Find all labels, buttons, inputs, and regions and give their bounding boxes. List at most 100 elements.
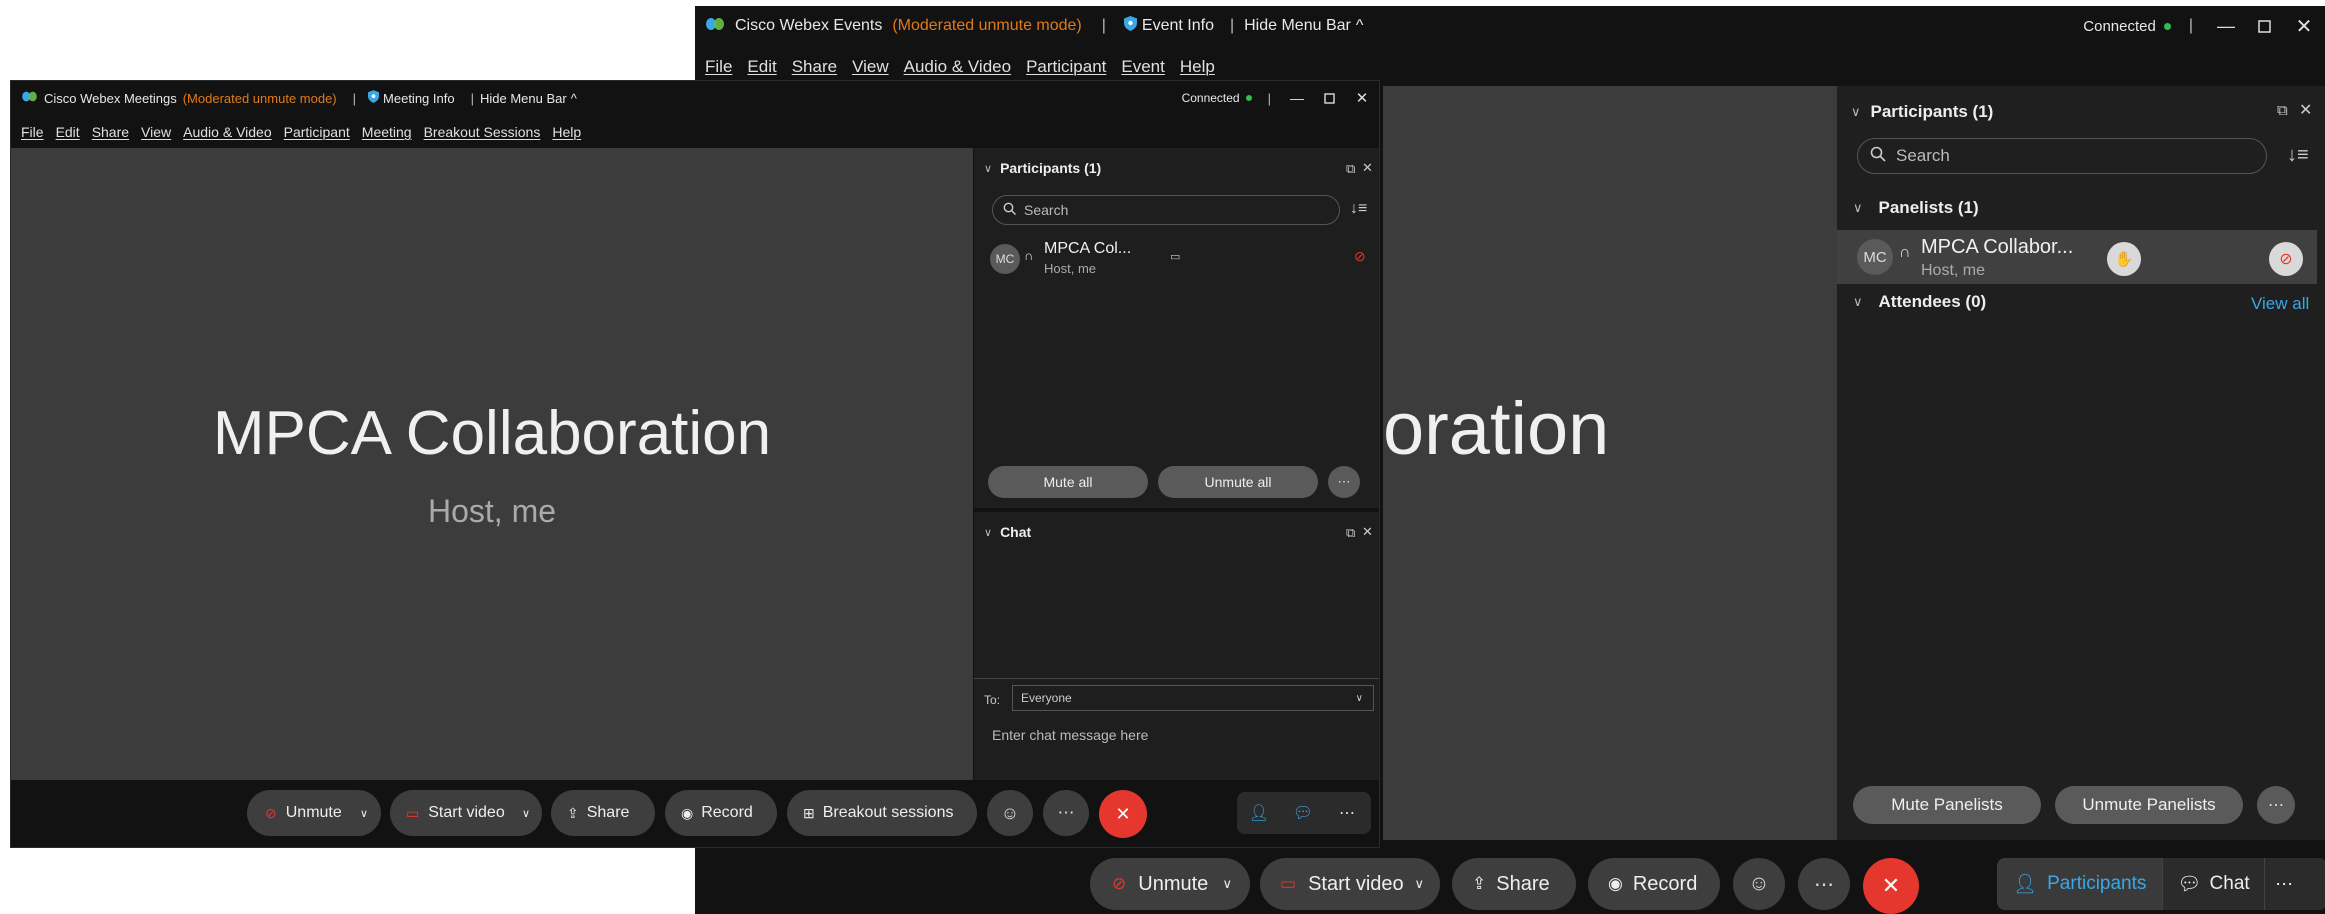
events-menu-help[interactable]: Help bbox=[1180, 57, 1215, 77]
hide-menu-bar-button[interactable]: Hide Menu Bar ^ bbox=[480, 91, 577, 106]
breakout-sessions-button[interactable]: ⊞ Breakout sessions bbox=[787, 790, 977, 836]
closed-caption-icon: ▭ bbox=[1170, 251, 1181, 263]
sort-icon[interactable]: ↓≡ bbox=[1350, 200, 1367, 218]
events-mode-label: (Moderated unmute mode) bbox=[892, 17, 1082, 34]
connection-status: Connected bbox=[1181, 91, 1240, 105]
person-icon: 👤︎ bbox=[2013, 874, 2038, 895]
meetings-menu-share[interactable]: Share bbox=[92, 124, 129, 140]
sort-icon[interactable]: ↓≡ bbox=[2287, 144, 2309, 167]
close-panel-icon[interactable]: ✕ bbox=[2299, 100, 2312, 120]
events-menu-participant[interactable]: Participant bbox=[1026, 57, 1106, 77]
start-video-button[interactable]: ▭ Start video ∨ bbox=[1260, 858, 1440, 910]
minimize-icon[interactable]: — bbox=[2207, 16, 2245, 37]
meetings-participant-search-input[interactable]: Search bbox=[992, 195, 1340, 225]
events-menu-file[interactable]: File bbox=[705, 57, 732, 77]
meetings-participants-header[interactable]: ∨ Participants (1) bbox=[984, 160, 1101, 176]
chat-recipient-select[interactable]: Everyone ∨ bbox=[1012, 685, 1374, 711]
events-menubar: File Edit Share View Audio & Video Participan… bbox=[695, 54, 2325, 80]
chevron-down-icon: ∨ bbox=[521, 807, 530, 820]
more-options-icon[interactable]: ⋯ bbox=[1798, 858, 1850, 910]
meetings-menu-file[interactable]: File bbox=[21, 124, 44, 140]
close-panel-icon[interactable]: ✕ bbox=[1362, 160, 1373, 176]
muted-mic-icon[interactable]: ⊘ bbox=[2269, 242, 2303, 276]
record-button[interactable]: ◉ Record bbox=[1588, 858, 1720, 910]
connected-dot-icon bbox=[2163, 22, 2171, 30]
events-menu-event[interactable]: Event bbox=[1121, 57, 1164, 77]
events-menu-share[interactable]: Share bbox=[792, 57, 837, 77]
participant-row[interactable]: MC ∩ MPCA Col... Host, me ▭ ⊘ bbox=[974, 236, 1379, 282]
share-button[interactable]: ⇪ Share bbox=[551, 790, 655, 836]
events-menu-view[interactable]: View bbox=[852, 57, 889, 77]
share-label: Share bbox=[1496, 872, 1550, 895]
close-icon[interactable]: ✕ bbox=[2283, 14, 2325, 39]
unmute-all-button[interactable]: Unmute all bbox=[1158, 466, 1318, 498]
meetings-menu-meeting[interactable]: Meeting bbox=[362, 124, 412, 140]
chevron-down-icon: ∨ bbox=[1355, 692, 1363, 704]
unmute-button[interactable]: ⊘ Unmute ∨ bbox=[247, 790, 381, 836]
share-icon: ⇪ bbox=[1472, 874, 1487, 893]
meetings-chat-panel: ∨ Chat ⧉ ✕ To: Everyone ∨ Enter chat mes… bbox=[973, 512, 1379, 780]
panelist-row[interactable]: MC ∩ MPCA Collabor... Host, me ✋ ⊘ bbox=[1837, 230, 2317, 284]
meetings-menu-participant[interactable]: Participant bbox=[284, 124, 350, 140]
attendees-section-header[interactable]: ∨ Attendees (0) bbox=[1853, 292, 1986, 312]
attendees-title: Attendees (0) bbox=[1878, 292, 1987, 311]
more-options-icon[interactable]: ⋯ bbox=[1325, 803, 1369, 823]
meetings-menu-help[interactable]: Help bbox=[552, 124, 581, 140]
participants-toggle-button[interactable]: 👤︎ Participants bbox=[1997, 858, 2163, 910]
reactions-icon[interactable]: ☺ bbox=[987, 790, 1033, 836]
meetings-menu-view[interactable]: View bbox=[141, 124, 171, 140]
meetings-menu-audio-video[interactable]: Audio & Video bbox=[183, 124, 271, 140]
meeting-info-button[interactable]: Meeting Info bbox=[368, 90, 455, 106]
events-menu-edit[interactable]: Edit bbox=[747, 57, 776, 77]
reactions-icon[interactable]: ☺ bbox=[1733, 858, 1785, 910]
hide-menu-bar-label: Hide Menu Bar bbox=[479, 90, 567, 106]
chat-to-label: To: bbox=[984, 693, 1001, 707]
view-all-link[interactable]: View all bbox=[2251, 294, 2309, 314]
popout-icon[interactable]: ⧉ bbox=[1346, 525, 1355, 541]
meetings-menu-edit[interactable]: Edit bbox=[56, 124, 80, 140]
leave-meeting-icon[interactable]: ✕ bbox=[1863, 858, 1919, 914]
chevron-down-icon: ∨ bbox=[984, 526, 993, 539]
more-options-icon[interactable]: ⋯ bbox=[1043, 790, 1089, 836]
meetings-menu-breakout-sessions[interactable]: Breakout Sessions bbox=[424, 124, 541, 140]
chat-toggle-button[interactable]: 💬︎ Chat bbox=[2162, 858, 2263, 910]
popout-icon[interactable]: ⧉ bbox=[1346, 161, 1355, 177]
search-placeholder: Search bbox=[1896, 146, 1950, 165]
close-icon[interactable]: ✕ bbox=[1345, 89, 1379, 107]
panelists-section-header[interactable]: ∨ Panelists (1) bbox=[1853, 198, 1979, 218]
events-participants-header[interactable]: ∨ Participants (1) bbox=[1851, 100, 1993, 124]
panel-toggle-group: 👤︎ Participants 💬︎ Chat ⋯ bbox=[1997, 858, 2325, 910]
start-video-button[interactable]: ▭ Start video ∨ bbox=[390, 790, 542, 836]
events-menu-audio-video[interactable]: Audio & Video bbox=[904, 57, 1011, 77]
share-button[interactable]: ⇪ Share bbox=[1452, 858, 1576, 910]
mute-all-button[interactable]: Mute all bbox=[988, 466, 1148, 498]
chat-header[interactable]: ∨ Chat bbox=[984, 524, 1031, 540]
chat-message-input[interactable]: Enter chat message here bbox=[992, 727, 1148, 743]
raise-hand-icon[interactable]: ✋ bbox=[2107, 242, 2141, 276]
share-label: Share bbox=[586, 804, 630, 821]
participants-toggle-icon[interactable]: 👤︎ bbox=[1237, 803, 1281, 823]
close-panel-icon[interactable]: ✕ bbox=[1362, 524, 1373, 540]
hide-menu-bar-button[interactable]: Hide Menu Bar ^ bbox=[1244, 17, 1363, 35]
breakout-grid-icon: ⊞ bbox=[803, 804, 815, 821]
more-options-icon[interactable]: ⋯ bbox=[2257, 786, 2295, 824]
record-button[interactable]: ◉ Record bbox=[665, 790, 777, 836]
minimize-icon[interactable]: — bbox=[1281, 90, 1313, 106]
event-info-label: Event Info bbox=[1141, 17, 1214, 34]
event-info-button[interactable]: Event Info bbox=[1123, 16, 1214, 36]
chat-toggle-icon[interactable]: 💬︎ bbox=[1281, 803, 1325, 823]
leave-meeting-icon[interactable]: ✕ bbox=[1099, 790, 1147, 838]
meeting-info-label: Meeting Info bbox=[383, 90, 455, 106]
maximize-icon[interactable] bbox=[1313, 92, 1345, 104]
connection-status: Connected bbox=[2083, 17, 2156, 35]
unmute-button[interactable]: ⊘ Unmute ∨ bbox=[1090, 858, 1250, 910]
popout-icon[interactable]: ⧉ bbox=[2277, 102, 2288, 119]
more-options-icon[interactable]: ⋯ bbox=[2263, 858, 2304, 910]
more-options-icon[interactable]: ⋯ bbox=[1328, 466, 1360, 498]
unmute-panelists-button[interactable]: Unmute Panelists bbox=[2055, 786, 2243, 824]
mute-panelists-button[interactable]: Mute Panelists bbox=[1853, 786, 2041, 824]
maximize-icon[interactable] bbox=[2245, 19, 2283, 33]
muted-mic-icon[interactable]: ⊘ bbox=[1354, 248, 1366, 265]
events-participant-search-input[interactable]: Search bbox=[1857, 138, 2267, 174]
webex-logo-icon bbox=[21, 90, 38, 106]
